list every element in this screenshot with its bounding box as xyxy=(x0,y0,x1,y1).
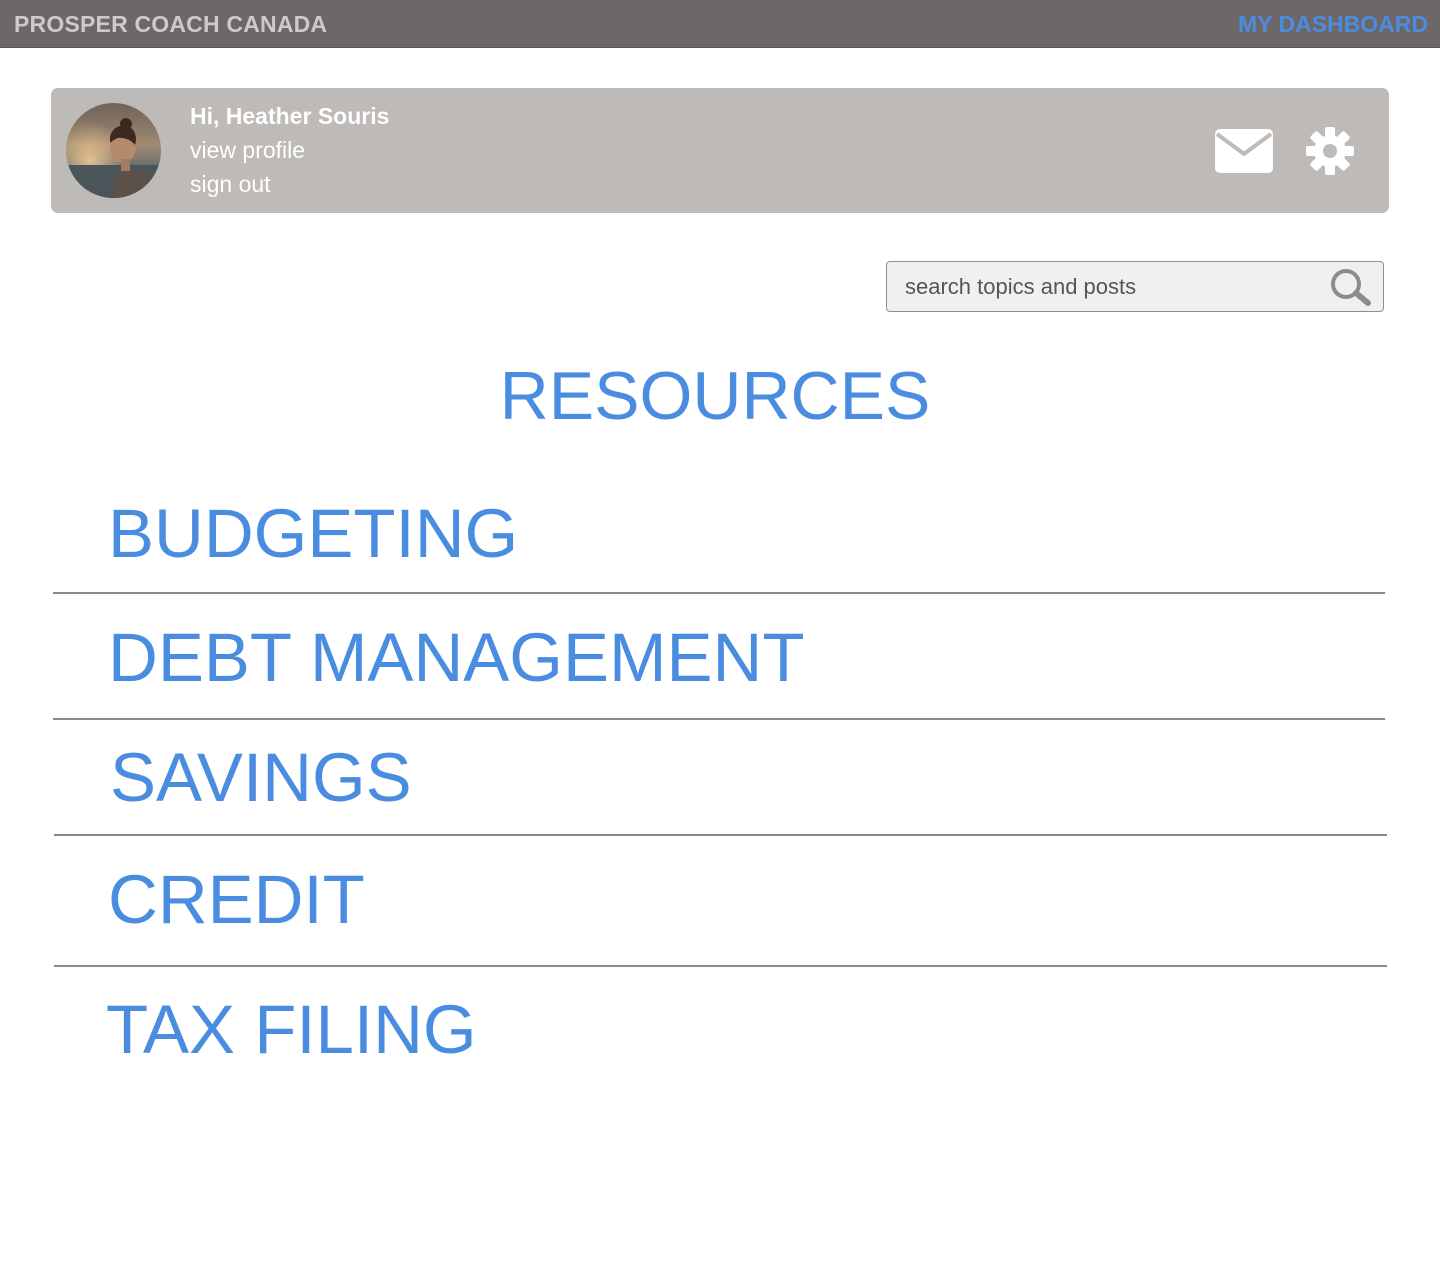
search-input[interactable] xyxy=(887,262,1317,311)
divider xyxy=(54,965,1387,967)
search-icon[interactable] xyxy=(1327,266,1375,308)
greeting-text: Hi, Heather Souris xyxy=(190,103,390,129)
avatar-photo xyxy=(66,103,161,198)
mail-icon[interactable] xyxy=(1214,128,1274,174)
divider xyxy=(54,834,1387,836)
page-title: RESOURCES xyxy=(499,358,931,434)
brand-title: PROSPER COACH CANADA xyxy=(14,11,328,37)
divider xyxy=(53,592,1385,594)
gear-icon[interactable] xyxy=(1305,126,1355,176)
category-credit[interactable]: CREDIT xyxy=(108,860,365,940)
category-debt-management[interactable]: DEBT MANAGEMENT xyxy=(108,618,804,698)
my-dashboard-link[interactable]: MY DASHBOARD xyxy=(1238,10,1428,38)
search-box xyxy=(886,261,1384,312)
avatar[interactable] xyxy=(66,103,161,198)
profile-card: Hi, Heather Souris view profile sign out xyxy=(51,88,1389,213)
category-tax-filing[interactable]: TAX FILING xyxy=(106,990,477,1070)
divider xyxy=(53,718,1385,720)
category-budgeting[interactable]: BUDGETING xyxy=(108,494,518,574)
top-nav-bar: PROSPER COACH CANADA MY DASHBOARD xyxy=(0,0,1440,48)
category-savings[interactable]: SAVINGS xyxy=(110,738,412,818)
view-profile-link[interactable]: view profile xyxy=(190,136,305,164)
sign-out-link[interactable]: sign out xyxy=(190,170,271,198)
